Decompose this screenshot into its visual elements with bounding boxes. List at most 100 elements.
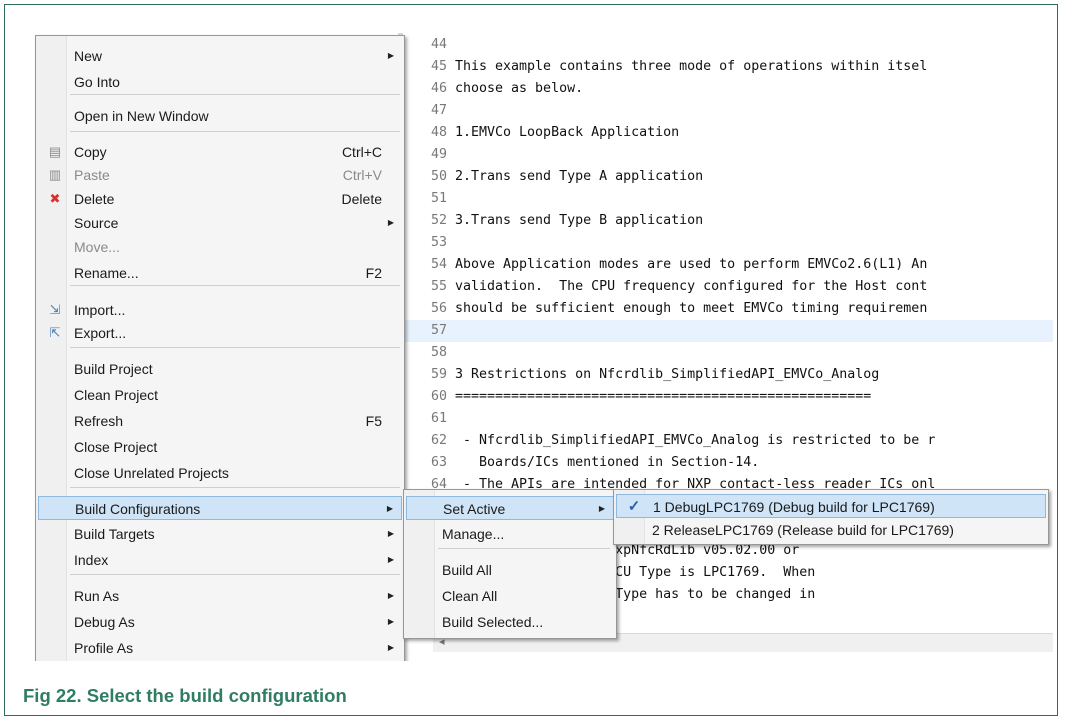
project-explorer-edge [23,33,35,661]
menu-item-new[interactable]: New ▶ [38,44,402,68]
code-line: 56 should be sufficient enough to meet EM… [403,298,1053,320]
submenu-arrow-icon: ▶ [387,529,394,538]
code-line: 54 Above Application modes are used to pe… [403,254,1053,276]
menu-separator [70,94,400,95]
code-line: 59 3 Restrictions on Nfcrdlib_SimplifiedA… [403,364,1053,386]
menu-item-index[interactable]: Index ▶ [38,548,402,572]
menu-item-accelerator: Ctrl+C [341,144,382,160]
menu-item-label: Export... [74,325,127,341]
line-number: 44 [431,37,448,52]
menu-item-export[interactable]: ⇱ Export... [38,321,402,345]
code-line: 50 2.Trans send Type A application [403,166,1053,188]
menu-item-label: 2 ReleaseLPC1769 (Release build for LPC1… [652,522,954,538]
line-number: 47 [431,103,448,118]
line-number: 61 [431,411,448,426]
submenu-arrow-icon: ▶ [386,504,393,513]
line-number: 60 [431,389,448,404]
menu-separator [70,574,400,575]
submenu-arrow-icon: ▶ [387,591,394,600]
menu-item-build-config-2[interactable]: 2 ReleaseLPC1769 (Release build for LPC1… [616,518,1046,542]
menu-item-build-configurations[interactable]: Build Configurations ▶ [38,496,402,520]
menu-item-accelerator: F2 [365,265,382,281]
code-line: 62 - Nfcrdlib_SimplifiedAPI_EMVCo_Analog… [403,430,1053,452]
line-number: 45 [431,59,448,74]
menu-item-label: Profile As [74,640,134,656]
line-text: 3 Restrictions on Nfcrdlib_SimplifiedAPI… [455,367,880,382]
menu-item-rename[interactable]: Rename... F2 [38,261,402,285]
menu-item-label: Import... [74,302,126,318]
menu-item-delete[interactable]: ✖ Delete Delete [38,187,402,211]
menu-item-accelerator: Delete [341,191,382,207]
menu-item-run-as[interactable]: Run As ▶ [38,584,402,608]
menu-item-go-into[interactable]: Go Into [38,70,402,94]
line-number: 48 [431,125,448,140]
menu-item-label: Paste [74,167,110,183]
menu-item-close-unrelated-projects[interactable]: Close Unrelated Projects [38,461,402,485]
code-line: 47 [403,100,1053,122]
menu-item-clean-all[interactable]: Clean All [406,584,614,608]
line-number: 54 [431,257,448,272]
menu-item-move[interactable]: Move... [38,235,402,259]
menu-item-open-in-new-window[interactable]: Open in New Window [38,104,402,128]
menu-item-label: Move... [74,239,120,255]
line-text: - Nfcrdlib_SimplifiedAPI_EMVCo_Analog is… [455,433,936,448]
code-line: 45 This example contains three mode of op… [403,56,1053,78]
submenu-arrow-icon: ▶ [387,643,394,652]
menu-item-clean-project[interactable]: Clean Project [38,383,402,407]
line-text: Boards/ICs mentioned in Section-14. [455,455,760,470]
menu-item-debug-as[interactable]: Debug As ▶ [38,610,402,634]
menu-item-build-targets[interactable]: Build Targets ▶ [38,522,402,546]
menu-item-build-all[interactable]: Build All [406,558,614,582]
line-text: 3.Trans send Type B application [455,213,704,228]
menu-item-label: Build Configurations [75,501,201,517]
code-line: 48 1.EMVCo LoopBack Application [403,122,1053,144]
line-number: 63 [431,455,448,470]
menu-item-refresh[interactable]: Refresh F5 [38,409,402,433]
code-line: 51 [403,188,1053,210]
menu-item-import[interactable]: ⇲ Import... [38,298,402,322]
code-line: 60 ======================================… [403,386,1053,408]
menu-item-paste[interactable]: ▥ Paste Ctrl+V [38,163,402,187]
menu-item-profile-as[interactable]: Profile As ▶ [38,636,402,660]
menu-item-close-project[interactable]: Close Project [38,435,402,459]
menu-separator [70,131,400,132]
paste-icon: ▥ [48,167,62,182]
menu-item-build-config-1[interactable]: ✓ 1 DebugLPC1769 (Debug build for LPC1769… [616,494,1046,518]
menu-item-label: Set Active [443,501,506,517]
code-line: 53 [403,232,1053,254]
line-number: 62 [431,433,448,448]
menu-item-label: 1 DebugLPC1769 (Debug build for LPC1769) [653,499,935,515]
set-active-submenu: ✓ 1 DebugLPC1769 (Debug build for LPC1769… [613,489,1049,545]
menu-separator [70,285,400,286]
code-line: 57 [403,320,1053,342]
context-menu: New ▶ Go Into Open in New Window ▤ Copy Ctrl+C… [35,35,405,661]
figure-caption: Fig 22. Select the build configuration [23,685,347,706]
line-number: 57 [431,323,448,338]
menu-item-build-selected[interactable]: Build Selected... [406,610,614,634]
code-line: 44 [403,34,1053,56]
import-icon: ⇲ [49,302,61,317]
menu-item-build-project[interactable]: Build Project [38,357,402,381]
code-line: 61 [403,408,1053,430]
menu-item-label: Rename... [74,265,139,281]
line-number: 56 [431,301,448,316]
copy-icon: ▤ [48,144,62,159]
submenu-arrow-icon: ▶ [387,617,394,626]
menu-item-set-active[interactable]: Set Active ▶ [406,496,614,520]
line-number: 53 [431,235,448,250]
line-text: should be sufficient enough to meet EMVC… [455,301,928,316]
menu-item-label: Run As [74,588,120,604]
menu-separator [70,347,400,348]
menu-item-label: Copy [74,144,107,160]
menu-item-label: Build Selected... [442,614,544,630]
menu-item-copy[interactable]: ▤ Copy Ctrl+C [38,140,402,164]
menu-item-manage[interactable]: Manage... [406,522,614,546]
line-text: 1.EMVCo LoopBack Application [455,125,680,140]
menu-item-label: Manage... [442,526,505,542]
line-number: 49 [431,147,448,162]
menu-item-source[interactable]: Source ▶ [38,211,402,235]
menu-item-label: Index [74,552,109,568]
line-text: choose as below. [455,81,584,96]
menu-item-label: Close Project [74,439,158,455]
submenu-arrow-icon: ▶ [387,218,394,227]
